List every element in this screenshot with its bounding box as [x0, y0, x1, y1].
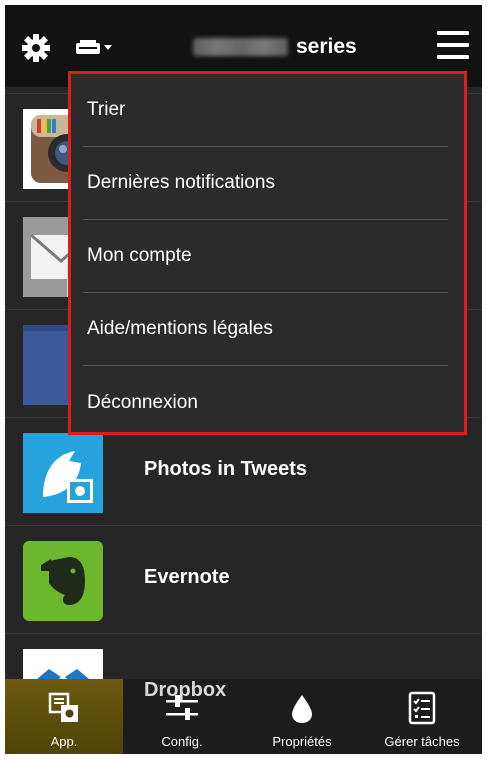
- tab-apps[interactable]: App.: [5, 679, 123, 754]
- tab-label: Propriétés: [272, 734, 332, 749]
- menu-item-label: Dernières notifications: [87, 172, 275, 193]
- tab-config[interactable]: Config.: [123, 679, 241, 754]
- page-title: series: [296, 35, 357, 58]
- menu-item-notifications[interactable]: Dernières notifications: [83, 147, 448, 220]
- bottom-tab-bar: Dropbox App. Config. Propriétés Gérer tâ…: [5, 679, 482, 754]
- app-screen: series Photos in Tweets Evernote Trier D…: [5, 5, 482, 754]
- printer-selector[interactable]: series: [193, 31, 357, 63]
- menu-item-label: Mon compte: [87, 245, 192, 266]
- gear-icon[interactable]: [21, 33, 51, 63]
- apps-icon: [48, 692, 78, 722]
- menu-icon[interactable]: [437, 31, 469, 61]
- menu-item-label: Aide/mentions légales: [87, 318, 273, 339]
- tab-label: Gérer tâches: [384, 734, 460, 749]
- tab-label: Config.: [161, 734, 203, 749]
- tab-label: App.: [50, 734, 78, 749]
- overflow-menu: Trier Dernières notifications Mon compte…: [68, 71, 467, 435]
- tab-properties[interactable]: Propriétés: [243, 679, 361, 754]
- sliders-icon: [166, 695, 198, 720]
- menu-item-account[interactable]: Mon compte: [83, 220, 448, 293]
- model-name-blurred: [193, 38, 288, 56]
- menu-item-help-legal[interactable]: Aide/mentions légales: [83, 293, 448, 366]
- list-item-evernote[interactable]: Evernote: [5, 525, 482, 634]
- ink-drop-icon: [292, 695, 312, 723]
- evernote-icon: [23, 541, 103, 621]
- app-label: Evernote: [144, 566, 230, 588]
- menu-item-label: Trier: [87, 99, 126, 120]
- menu-item-logout[interactable]: Déconnexion: [83, 366, 448, 439]
- printer-icon[interactable]: [75, 39, 101, 55]
- chevron-down-icon[interactable]: [104, 45, 112, 50]
- app-label: Photos in Tweets: [144, 458, 307, 480]
- menu-item-sort[interactable]: Trier: [83, 74, 448, 147]
- tab-manage-jobs[interactable]: Gérer tâches: [363, 679, 481, 754]
- menu-item-label: Déconnexion: [87, 391, 198, 413]
- photos-in-tweets-icon: [23, 433, 103, 513]
- checklist-icon: [408, 691, 436, 725]
